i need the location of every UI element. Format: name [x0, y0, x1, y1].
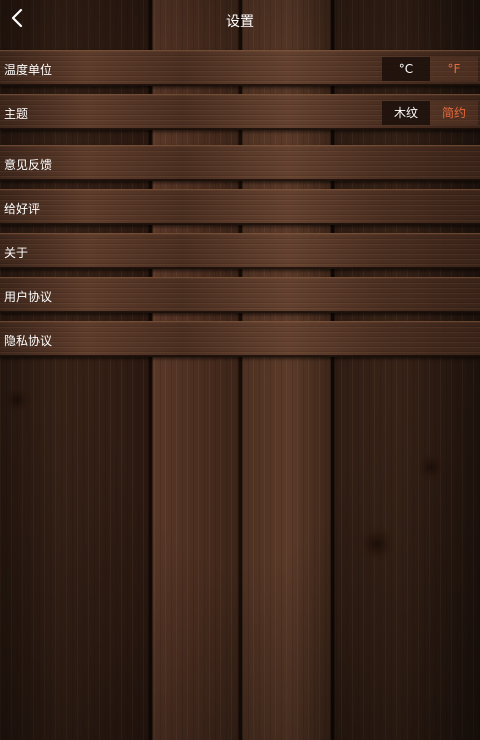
settings-row-temperature-unit: 温度单位 °C °F: [0, 50, 480, 86]
fahrenheit-option[interactable]: °F: [430, 57, 478, 81]
temperature-unit-label: 温度单位: [4, 63, 53, 77]
wood-knot: [360, 525, 394, 563]
settings-row-theme: 主题 木纹 简约: [0, 94, 480, 130]
settings-row-about[interactable]: 关于: [0, 233, 480, 269]
settings-row-user-agreement[interactable]: 用户协议: [0, 277, 480, 313]
wood-knot: [2, 388, 32, 412]
page-title: 设置: [226, 14, 254, 30]
feedback-label: 意见反馈: [4, 158, 53, 172]
privacy-policy-label: 隐私协议: [4, 334, 53, 348]
header-bar: 设置: [0, 0, 480, 40]
settings-row-privacy-policy[interactable]: 隐私协议: [0, 321, 480, 357]
temperature-unit-toggle: °C °F: [382, 57, 478, 81]
wood-theme-option[interactable]: 木纹: [382, 101, 430, 125]
settings-row-feedback[interactable]: 意见反馈: [0, 145, 480, 181]
about-label: 关于: [4, 246, 29, 260]
settings-row-rate[interactable]: 给好评: [0, 189, 480, 225]
theme-toggle: 木纹 简约: [382, 101, 478, 125]
simple-theme-option[interactable]: 简约: [430, 101, 478, 125]
theme-label: 主题: [4, 107, 29, 121]
back-button[interactable]: [4, 4, 32, 34]
wood-knot: [418, 452, 444, 482]
celsius-option[interactable]: °C: [382, 57, 430, 81]
chevron-left-icon: [11, 8, 23, 28]
user-agreement-label: 用户协议: [4, 290, 53, 304]
rate-label: 给好评: [4, 202, 41, 216]
